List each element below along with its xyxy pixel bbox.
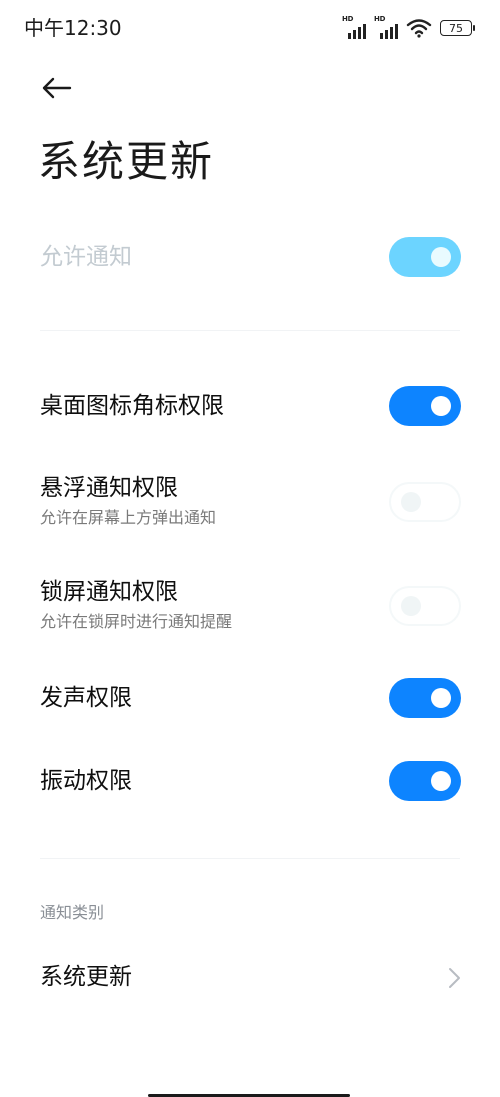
lockscreen-permission-description: 允许在锁屏时进行通知提醒 (40, 612, 233, 631)
back-button[interactable] (38, 70, 74, 106)
allow-notifications-toggle[interactable] (389, 237, 461, 277)
signal-icon-1: HD (342, 15, 366, 39)
badge-permission-toggle[interactable] (389, 386, 461, 426)
lockscreen-permission-label: 锁屏通知权限 (40, 579, 178, 605)
status-icons: HD HD 75 (342, 15, 475, 40)
vibration-permission-label: 振动权限 (40, 768, 132, 794)
sound-permission-label: 发声权限 (40, 685, 132, 711)
toggle-knob (431, 771, 451, 791)
sound-permission-toggle[interactable] (389, 678, 461, 718)
status-time: 中午12:30 (24, 16, 122, 40)
badge-permission-label: 桌面图标角标权限 (40, 393, 224, 419)
hd-label: HD (374, 15, 386, 23)
floating-permission-description: 允许在屏幕上方弹出通知 (40, 508, 217, 527)
chevron-right-icon (449, 968, 460, 988)
back-arrow-icon (42, 77, 72, 99)
category-item-system-update[interactable]: 系统更新 (0, 950, 500, 1006)
toggle-knob (401, 596, 421, 616)
toggle-knob (431, 396, 451, 416)
signal-icon-2: HD (374, 15, 398, 39)
allow-notifications-label: 允许通知 (40, 244, 132, 270)
toggle-knob (401, 492, 421, 512)
hd-label: HD (342, 15, 354, 23)
vibration-permission-toggle[interactable] (389, 761, 461, 801)
toggle-knob (431, 688, 451, 708)
lockscreen-permission-toggle[interactable] (389, 586, 461, 626)
notification-categories-header: 通知类别 (40, 903, 105, 922)
category-item-label: 系统更新 (40, 964, 132, 990)
battery-indicator: 75 (440, 20, 475, 36)
floating-permission-label: 悬浮通知权限 (40, 475, 178, 501)
page-title: 系统更新 (38, 137, 215, 186)
wifi-icon (406, 19, 432, 38)
floating-permission-toggle[interactable] (389, 482, 461, 522)
toggle-knob (431, 247, 451, 267)
section-divider (40, 330, 460, 331)
section-divider (40, 858, 460, 859)
